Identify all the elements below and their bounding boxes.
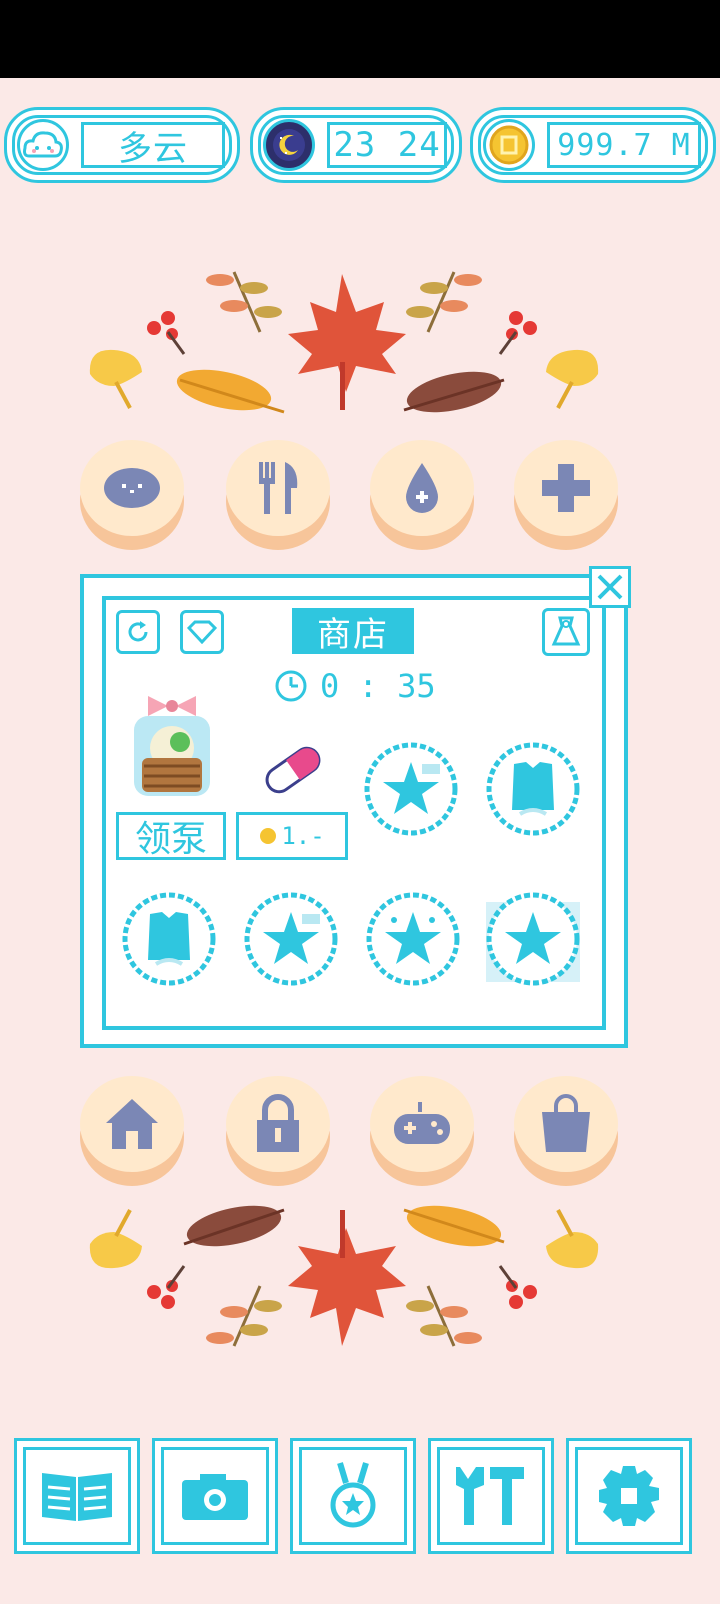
water-button[interactable] — [370, 440, 474, 550]
coin-icon — [483, 119, 535, 171]
camera-icon — [182, 1474, 248, 1520]
refresh-button[interactable] — [116, 610, 160, 654]
shirt-stamp-icon[interactable] — [484, 740, 582, 838]
tab-book[interactable] — [14, 1438, 140, 1554]
tab-camera[interactable] — [152, 1438, 278, 1554]
gem-button[interactable] — [180, 610, 224, 654]
plus-icon — [542, 464, 590, 512]
shopping-bag-icon — [542, 1094, 590, 1152]
refresh-icon — [128, 621, 148, 642]
shop-timer: 0 : 35 — [274, 666, 436, 706]
bag-button[interactable] — [514, 1076, 618, 1186]
player-name: 多云 — [81, 122, 225, 169]
autumn-leaves-decoration-top — [89, 271, 599, 414]
claim-button[interactable]: 领泵 — [116, 812, 226, 860]
game-time: 23 24 — [327, 122, 447, 168]
basket-icon[interactable] — [128, 686, 216, 806]
system-status-bar — [0, 0, 720, 78]
close-icon — [597, 574, 623, 600]
padlock-icon — [257, 1094, 299, 1152]
night-moon-icon — [263, 119, 315, 171]
pill-price: 1.- — [281, 822, 325, 850]
blob-face-icon — [104, 468, 160, 508]
clock-icon — [275, 670, 307, 702]
coin-balance: 999.7 M — [547, 122, 701, 168]
star-stamp-icon[interactable] — [364, 890, 462, 988]
dress-icon — [551, 616, 581, 646]
autumn-leaves-decoration-bottom — [89, 1205, 599, 1347]
food-button[interactable] — [226, 440, 330, 550]
coin-icon — [260, 828, 277, 844]
pill-price-tag[interactable]: 1.- — [236, 812, 348, 860]
coins-pill[interactable]: 999.7 M — [470, 107, 716, 183]
tab-medal[interactable] — [290, 1438, 416, 1554]
shirt-stamp-icon[interactable] — [120, 890, 218, 988]
timer-text: 0 : 35 — [320, 667, 436, 705]
medal-icon — [330, 1462, 376, 1528]
cloud-face-icon — [17, 119, 69, 171]
tools-icon — [456, 1467, 524, 1525]
star-stamp-icon[interactable] — [362, 740, 460, 838]
star-stamp-icon[interactable] — [242, 890, 340, 988]
pet-button[interactable] — [80, 440, 184, 550]
pill-capsule-icon[interactable] — [258, 740, 328, 800]
tab-settings[interactable] — [566, 1438, 692, 1554]
gear-icon — [599, 1466, 659, 1526]
game-button[interactable] — [370, 1076, 474, 1186]
diamond-icon — [187, 620, 217, 644]
fork-knife-icon — [259, 462, 298, 514]
tab-tools[interactable] — [428, 1438, 554, 1554]
water-drop-icon — [406, 463, 438, 513]
lock-button[interactable] — [226, 1076, 330, 1186]
shop-title: 商店 — [292, 608, 414, 655]
time-pill: 23 24 — [250, 107, 462, 183]
gamepad-icon — [394, 1102, 450, 1144]
house-icon — [106, 1099, 158, 1149]
wardrobe-button[interactable] — [542, 608, 590, 656]
heal-button[interactable] — [514, 440, 618, 550]
star-stamp-icon[interactable] — [484, 890, 582, 988]
book-icon — [42, 1473, 112, 1521]
home-button[interactable] — [80, 1076, 184, 1186]
player-name-pill[interactable]: 多云 — [4, 107, 240, 183]
close-button[interactable] — [589, 566, 631, 608]
